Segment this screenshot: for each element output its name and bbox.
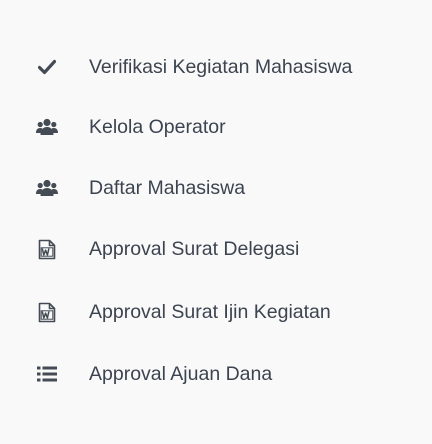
users-icon (35, 115, 59, 139)
list-icon (35, 362, 59, 386)
menu-item-approval-surat-ijin-kegiatan[interactable]: Approval Surat Ijin Kegiatan (0, 282, 432, 342)
sidebar-menu: Verifikasi Kegiatan Mahasiswa Kelola Ope… (0, 0, 432, 444)
check-icon (35, 55, 59, 79)
menu-item-label: Approval Surat Delegasi (89, 237, 300, 260)
menu-item-kelola-operator[interactable]: Kelola Operator (0, 97, 432, 157)
file-word-icon (35, 300, 59, 324)
menu-item-label: Verifikasi Kegiatan Mahasiswa (89, 55, 353, 78)
menu-item-label: Approval Surat Ijin Kegiatan (89, 300, 331, 323)
menu-item-approval-surat-delegasi[interactable]: Approval Surat Delegasi (0, 219, 432, 279)
menu-item-label: Daftar Mahasiswa (89, 176, 246, 199)
menu-item-approval-ajuan-dana[interactable]: Approval Ajuan Dana (0, 344, 432, 404)
menu-item-verifikasi-kegiatan[interactable]: Verifikasi Kegiatan Mahasiswa (0, 37, 432, 97)
users-icon (35, 176, 59, 200)
file-word-icon (35, 237, 59, 261)
menu-item-label: Kelola Operator (89, 115, 226, 138)
menu-item-daftar-mahasiswa[interactable]: Daftar Mahasiswa (0, 158, 432, 218)
menu-item-label: Approval Ajuan Dana (89, 362, 273, 385)
